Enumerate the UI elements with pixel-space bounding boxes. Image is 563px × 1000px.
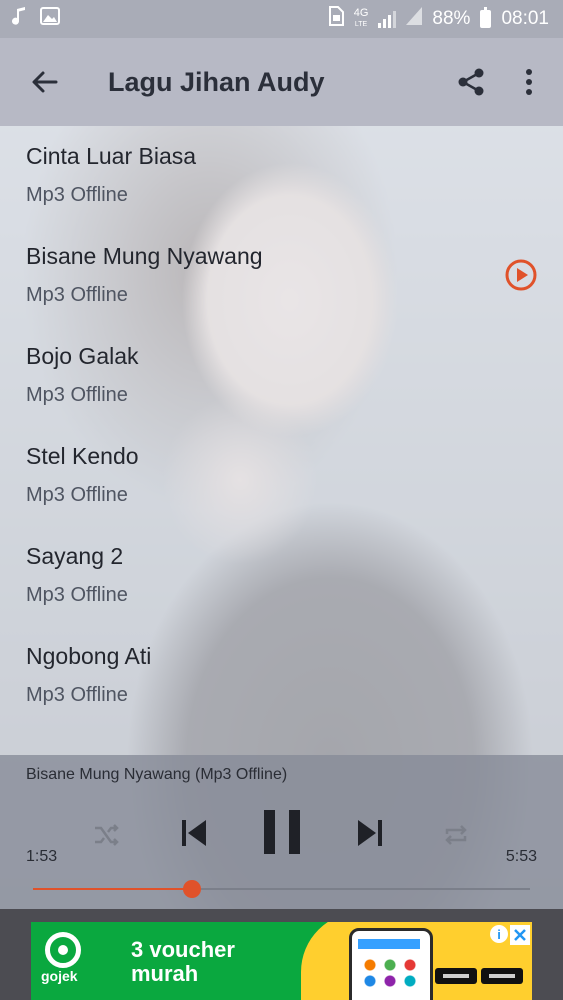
list-item[interactable]: Bisane Mung Nyawang Mp3 Offline xyxy=(0,227,563,327)
clock: 08:01 xyxy=(501,8,549,29)
list-item[interactable]: Bojo Galak Mp3 Offline xyxy=(0,327,563,427)
skip-previous-icon xyxy=(182,820,206,846)
song-title: Stel Kendo xyxy=(26,443,139,469)
play-circle-icon[interactable] xyxy=(503,257,539,293)
ad-brand: gojek xyxy=(41,968,78,984)
ad-info-button[interactable]: i xyxy=(490,925,508,943)
battery-icon xyxy=(480,7,492,28)
song-subtitle: Mp3 Offline xyxy=(26,384,128,406)
repeat-icon xyxy=(445,825,467,845)
song-list: Cinta Luar Biasa Mp3 Offline Bisane Mung… xyxy=(0,127,563,727)
ad-banner[interactable]: gojek 3 voucher murah i xyxy=(31,922,532,1000)
more-options-button[interactable] xyxy=(505,58,553,106)
status-left xyxy=(0,7,60,31)
list-item[interactable]: Stel Kendo Mp3 Offline xyxy=(0,427,563,527)
song-title: Bisane Mung Nyawang xyxy=(26,243,263,269)
song-title: Cinta Luar Biasa xyxy=(26,143,197,169)
ad-headline-line2: murah xyxy=(131,961,199,986)
ad-headline: 3 voucher murah xyxy=(131,938,235,986)
pause-button[interactable] xyxy=(255,805,309,859)
previous-button[interactable] xyxy=(172,811,216,855)
song-subtitle: Mp3 Offline xyxy=(26,484,128,506)
next-button[interactable] xyxy=(348,811,392,855)
signal-icon-secondary xyxy=(406,7,423,31)
signal-icon xyxy=(378,10,397,28)
arrow-back-icon xyxy=(32,71,58,93)
ad-close-button[interactable] xyxy=(510,925,530,945)
sim-icon xyxy=(328,6,344,32)
battery-percent: 88% xyxy=(432,8,471,29)
network-sub-label: LTE xyxy=(354,21,368,28)
seek-bar-progress xyxy=(33,888,193,890)
page-title: Lagu Jihan Audy xyxy=(108,66,325,97)
gojek-logo-icon xyxy=(45,932,81,968)
network-type: 4G LTE xyxy=(354,8,369,30)
share-icon xyxy=(458,68,484,96)
more-vert-icon xyxy=(526,69,532,95)
image-icon xyxy=(40,7,60,31)
song-title: Sayang 2 xyxy=(26,543,124,569)
share-button[interactable] xyxy=(447,58,495,106)
app-bar: Lagu Jihan Audy xyxy=(0,38,563,126)
shuffle-button[interactable] xyxy=(86,815,126,855)
list-item[interactable]: Ngobong Ati Mp3 Offline xyxy=(0,627,563,727)
skip-next-icon xyxy=(358,820,382,846)
ad-headline-line1: 3 voucher xyxy=(131,937,235,962)
seek-bar-thumb[interactable] xyxy=(183,880,202,898)
phone-illustration xyxy=(349,928,433,1000)
google-play-badge xyxy=(481,968,523,984)
total-time: 5:53 xyxy=(505,848,537,865)
music-note-icon xyxy=(12,7,26,31)
shuffle-icon xyxy=(95,824,119,846)
status-right: 4G LTE 88% 08:01 xyxy=(328,6,563,32)
pause-icon xyxy=(264,810,300,854)
repeat-button[interactable] xyxy=(436,815,476,855)
song-subtitle: Mp3 Offline xyxy=(26,284,128,306)
song-title: Ngobong Ati xyxy=(26,643,152,669)
now-playing-label: Bisane Mung Nyawang (Mp3 Offline) xyxy=(26,766,288,783)
status-bar: 4G LTE 88% 08:01 xyxy=(0,0,563,38)
player-panel: Bisane Mung Nyawang (Mp3 Offline) 1:53 5… xyxy=(0,755,563,909)
list-item[interactable]: Cinta Luar Biasa Mp3 Offline xyxy=(0,127,563,227)
app-store-badge xyxy=(435,968,477,984)
song-subtitle: Mp3 Offline xyxy=(26,184,128,206)
song-subtitle: Mp3 Offline xyxy=(26,584,128,606)
song-subtitle: Mp3 Offline xyxy=(26,684,128,706)
network-label: 4G xyxy=(353,7,369,19)
song-title: Bojo Galak xyxy=(26,343,139,369)
close-icon xyxy=(514,929,526,941)
current-time: 1:53 xyxy=(26,848,58,865)
list-item[interactable]: Sayang 2 Mp3 Offline xyxy=(0,527,563,627)
seek-bar[interactable] xyxy=(33,880,530,898)
back-button[interactable] xyxy=(20,58,68,106)
